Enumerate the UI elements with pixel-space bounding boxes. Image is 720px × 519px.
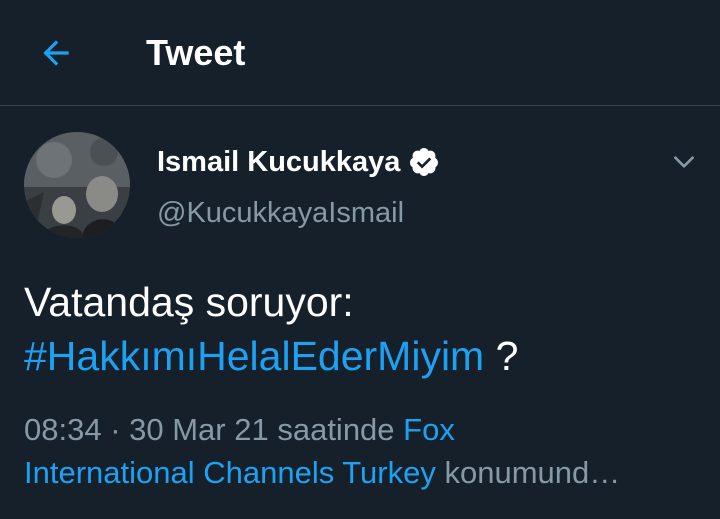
author-handle[interactable]: @KucukkayaIsmail	[157, 193, 404, 233]
tweet-text: Vatandaş soruyor: #HakkımıHelalEderMiyim…	[24, 275, 704, 383]
tweet-date: 30 Mar 21	[129, 412, 269, 447]
location-link[interactable]: International Channels Turkey	[24, 455, 436, 490]
meta-date-suffix: saatinde	[268, 412, 404, 447]
meta-separator: ·	[101, 412, 130, 447]
tweet-detail-screen: Tweet Ismail Kucukkaya @KucukkayaIsmail	[0, 0, 720, 519]
more-options-button[interactable]	[664, 142, 704, 182]
tweet-text-line: #HakkımıHelalEderMiyim ?	[24, 329, 704, 383]
top-app-bar: Tweet	[0, 0, 720, 106]
arrow-left-icon	[43, 40, 69, 66]
avatar-photo	[24, 132, 130, 238]
meta-line: International Channels Turkey konumund…	[24, 451, 704, 494]
verified-badge-icon	[408, 146, 440, 178]
meta-line: 08:34 · 30 Mar 21 saatinde Fox	[24, 408, 704, 451]
author-name-row: Ismail Kucukkaya	[157, 142, 440, 182]
page-title: Tweet	[146, 32, 246, 73]
meta-location-suffix: konumund…	[435, 455, 621, 490]
author-display-name[interactable]: Ismail Kucukkaya	[157, 142, 400, 182]
chevron-down-icon	[674, 156, 694, 168]
tweet-text-suffix: ?	[484, 333, 519, 379]
tweet-metadata: 08:34 · 30 Mar 21 saatinde Fox Internati…	[24, 408, 704, 494]
location-link[interactable]: Fox	[403, 412, 455, 447]
avatar[interactable]	[24, 132, 130, 238]
back-button[interactable]	[30, 30, 82, 76]
tweet-text-line: Vatandaş soruyor:	[24, 279, 354, 325]
hashtag-link[interactable]: #HakkımıHelalEderMiyim	[24, 333, 484, 379]
tweet-time: 08:34	[24, 412, 102, 447]
